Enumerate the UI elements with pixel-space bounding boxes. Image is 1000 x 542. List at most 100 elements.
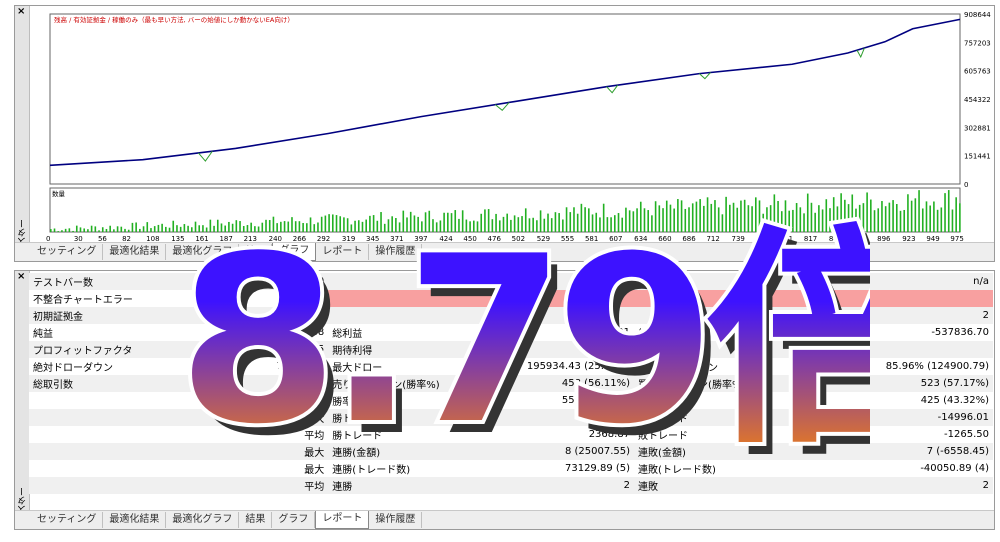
close-icon[interactable]: × bbox=[17, 271, 25, 282]
volume-bar bbox=[818, 205, 820, 232]
volume-bar bbox=[914, 198, 917, 232]
volume-bar bbox=[194, 221, 197, 232]
volume-bar bbox=[83, 228, 85, 232]
table-cell: 38417.71 bbox=[481, 409, 635, 426]
table-cell bbox=[481, 290, 635, 307]
table-cell: 買いポジション(勝率%) bbox=[634, 375, 814, 392]
volume-bar bbox=[539, 210, 542, 232]
report-table: テストバー数 117939 n/a 不整合チャートエラー 0 初期証拠金 100000.00… bbox=[29, 273, 993, 494]
volume-bar bbox=[331, 214, 334, 232]
volume-bar bbox=[662, 208, 664, 232]
table-cell: 勝トレード bbox=[328, 409, 482, 426]
volume-bar bbox=[513, 215, 516, 232]
volume-bar bbox=[369, 215, 371, 232]
table-cell bbox=[634, 290, 814, 307]
table-cell: テストバー数 bbox=[29, 273, 199, 290]
tab-4[interactable]: グラフ bbox=[272, 512, 316, 528]
volume-bar bbox=[762, 213, 765, 232]
volume-bar bbox=[710, 203, 713, 232]
volume-bar bbox=[825, 199, 828, 232]
close-icon[interactable]: × bbox=[17, 6, 25, 17]
volume-bar bbox=[391, 216, 393, 232]
volume-bar bbox=[183, 224, 186, 232]
tester-tabs-top: セッティング 最適化結果 最適化グラフ 結果 グラフ レポート 操作履歴 bbox=[15, 242, 994, 261]
table-cell: 相対ドローダウン bbox=[634, 358, 814, 375]
volume-bar bbox=[565, 207, 568, 232]
volume-bar bbox=[476, 221, 479, 232]
table-cell: 敗トレード bbox=[634, 426, 814, 443]
volume-bar bbox=[124, 228, 126, 232]
tab-5[interactable]: レポート bbox=[316, 244, 370, 260]
volume-bar bbox=[729, 204, 731, 232]
table-row: テストバー数 117939 n/a bbox=[29, 273, 993, 290]
volume-bar bbox=[142, 226, 145, 232]
volume-bar bbox=[717, 207, 720, 232]
volume-bar bbox=[383, 223, 386, 232]
volume-bar bbox=[220, 223, 223, 232]
volume-bar bbox=[413, 215, 416, 232]
volume-bar bbox=[361, 221, 364, 232]
volume-bar bbox=[829, 208, 831, 232]
table-cell: 期待利得 bbox=[328, 341, 482, 358]
volume-bar bbox=[847, 204, 850, 232]
volume-bar bbox=[98, 230, 100, 232]
volume-bar bbox=[287, 221, 290, 232]
tab-6[interactable]: 操作履歴 bbox=[369, 244, 423, 260]
table-row: 純益 779254.88 総利益 1317091 総 -537836.70 bbox=[29, 324, 993, 341]
volume-bar bbox=[936, 209, 939, 232]
volume-bar bbox=[550, 218, 553, 232]
tab-3[interactable]: 結果 bbox=[239, 512, 273, 528]
volume-bar bbox=[754, 197, 757, 232]
volume-label: 数量 bbox=[52, 189, 66, 198]
price-plot-area bbox=[49, 13, 961, 185]
table-cell: 最大 bbox=[198, 409, 329, 426]
volume-bar bbox=[376, 220, 379, 232]
table-cell bbox=[634, 307, 814, 324]
volume-bar bbox=[844, 199, 846, 232]
volume-bar bbox=[294, 221, 297, 232]
volume-bar bbox=[632, 211, 635, 232]
volume-bar bbox=[498, 220, 501, 232]
volume-bar bbox=[684, 208, 687, 232]
tab-6[interactable]: 操作履歴 bbox=[369, 512, 423, 528]
volume-bar bbox=[153, 226, 156, 232]
volume-bar bbox=[465, 219, 468, 232]
volume-bar bbox=[766, 207, 768, 232]
tab-1[interactable]: 最適化結果 bbox=[103, 244, 167, 260]
tab-3[interactable]: 結果 bbox=[239, 244, 273, 260]
tab-2[interactable]: 最適化グラフ bbox=[166, 244, 240, 260]
tab-2[interactable]: 最適化グラフ bbox=[166, 512, 240, 528]
table-cell: 敗トレード bbox=[634, 409, 814, 426]
volume-bar bbox=[695, 201, 698, 232]
tab-4[interactable]: グラフ bbox=[272, 243, 317, 261]
tab-1[interactable]: 最適化結果 bbox=[103, 512, 167, 528]
volume-bar bbox=[298, 221, 301, 232]
volume-bar bbox=[276, 223, 278, 232]
volume-bar bbox=[161, 223, 163, 232]
volume-bar bbox=[365, 219, 367, 232]
table-cell bbox=[198, 392, 329, 409]
table-row: 最大 連勝(金額) 8 (25007.55) 連敗(金額) 7 (-6558.45) bbox=[29, 443, 993, 460]
volume-bar bbox=[736, 207, 739, 232]
tab-0[interactable]: セッティング bbox=[31, 244, 104, 260]
volume-bar bbox=[439, 220, 442, 232]
volume-bar bbox=[339, 216, 342, 232]
volume-bar bbox=[309, 217, 312, 232]
table-cell: n/a bbox=[813, 273, 993, 290]
table-cell: 195934.43 (25.59%) bbox=[481, 358, 635, 375]
volume-bar bbox=[409, 211, 412, 232]
table-cell bbox=[481, 307, 635, 324]
volume-bar bbox=[350, 224, 353, 232]
volume-bar bbox=[714, 200, 716, 232]
volume-bar bbox=[235, 220, 238, 232]
tab-0[interactable]: セッティング bbox=[31, 512, 104, 528]
volume-bar bbox=[554, 212, 557, 232]
tab-5[interactable]: レポート bbox=[315, 511, 370, 529]
volume-bar bbox=[187, 225, 189, 232]
volume-bar bbox=[491, 219, 494, 232]
volume-bar bbox=[892, 200, 894, 232]
volume-bar bbox=[747, 205, 750, 232]
volume-bar bbox=[725, 196, 727, 232]
volume-bar bbox=[591, 214, 594, 232]
volume-bar bbox=[139, 228, 141, 232]
